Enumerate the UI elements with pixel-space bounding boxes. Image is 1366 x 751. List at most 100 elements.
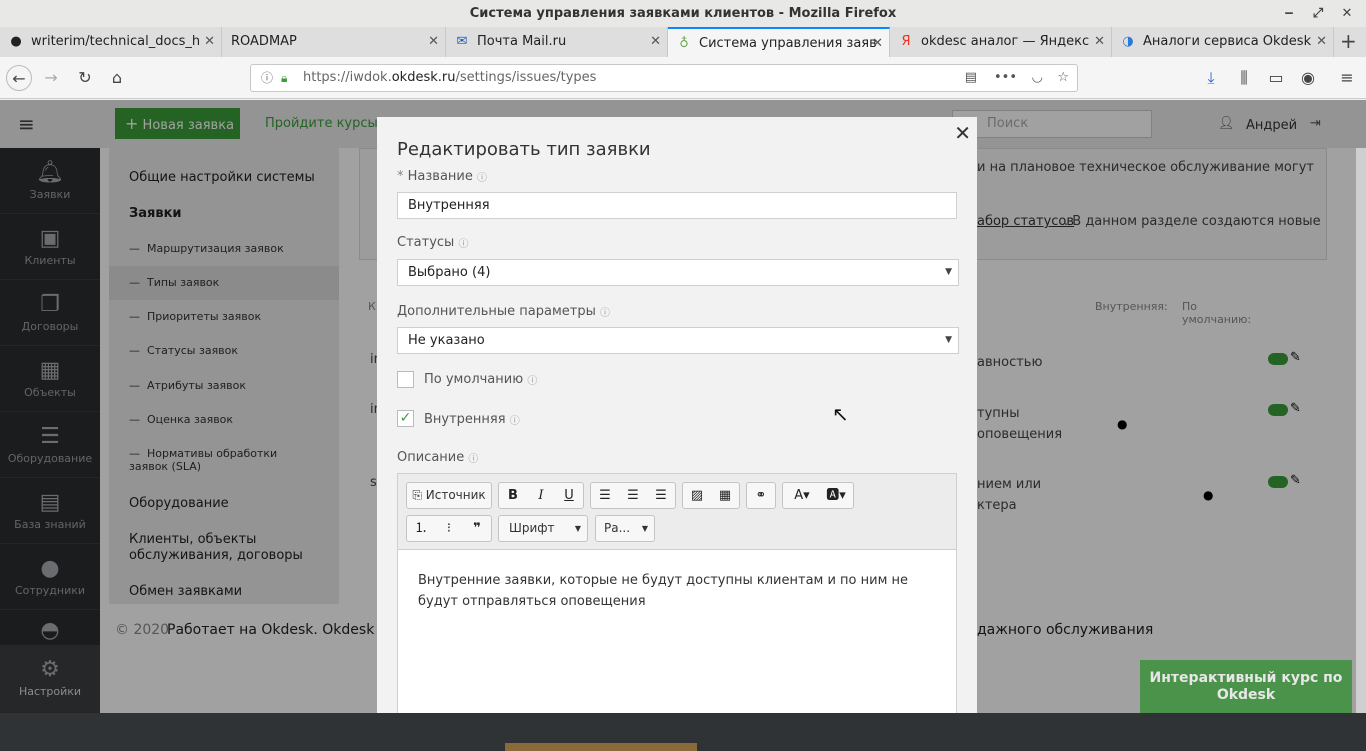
internal-checkbox[interactable]: ✓ xyxy=(397,410,414,427)
close-tab-icon[interactable]: ✕ xyxy=(428,27,439,57)
info-icon: ⓘ xyxy=(468,454,479,465)
source-label: Источник xyxy=(425,488,486,502)
default-checkbox[interactable] xyxy=(397,371,414,388)
info-icon[interactable]: ⓘ xyxy=(261,65,273,91)
page-scrollbar[interactable] xyxy=(1356,148,1366,713)
params-label-text: Дополнительные параметры xyxy=(397,304,596,319)
close-icon[interactable]: ✕ xyxy=(954,121,971,145)
edit-issue-type-modal: ✕ Редактировать тип заявки * Название ⓘ … xyxy=(377,117,977,713)
list-group: ⒈ ⁝ ❞ xyxy=(406,515,492,542)
size-select[interactable]: Ра... ▼ xyxy=(595,515,655,542)
navigation-bar: ← → ↻ ⌂ ⓘ 🔒︎ https://iwdok.okdesk.ru/set… xyxy=(0,57,1366,99)
background-color-icon[interactable]: 🅰︎▾ xyxy=(819,483,853,508)
italic-icon[interactable]: I xyxy=(527,483,555,508)
url-prefix: https://iwdok. xyxy=(303,70,392,85)
tab-label: Система управления заяв xyxy=(699,36,877,51)
yandex-icon: Я xyxy=(901,34,911,49)
rich-text-editor: ⎘ Источник B I U ☰ ☰ ☰ ▨ ▦ ⚭ A▾ 🅰︎▾ ⒈ ⁝ … xyxy=(397,473,957,713)
tab-yandex[interactable]: Я okdesc аналог — Яндекс ✕ xyxy=(890,27,1112,57)
close-tab-icon[interactable]: ✕ xyxy=(1316,27,1327,57)
github-icon: ● xyxy=(10,34,22,49)
more-actions-icon[interactable]: ••• xyxy=(994,65,1017,91)
default-label-text: По умолчанию xyxy=(424,372,524,387)
mouse-cursor-icon: ↖ xyxy=(832,402,849,426)
required-mark: * xyxy=(397,169,404,184)
mail-icon: ✉ xyxy=(456,34,468,49)
tab-mail[interactable]: ✉ Почта Mail.ru ✕ xyxy=(446,27,668,57)
font-select-label: Шрифт xyxy=(509,521,555,535)
format-group: B I U xyxy=(498,482,584,509)
tab-label: writerim/technical_docs_h xyxy=(31,34,201,49)
align-right-icon[interactable]: ☰ xyxy=(647,483,675,508)
text-color-icon[interactable]: A▾ xyxy=(785,483,819,508)
name-value: Внутренняя xyxy=(408,198,490,213)
menu-icon[interactable]: ≡ xyxy=(1334,65,1360,91)
info-icon: ⓘ xyxy=(458,239,469,250)
close-tab-icon[interactable]: ✕ xyxy=(872,29,883,57)
tab-github[interactable]: ● writerim/technical_docs_h ✕ xyxy=(0,27,222,57)
tab-roadmap[interactable]: ROADMAP ✕ xyxy=(222,27,446,57)
default-label: По умолчанию ⓘ xyxy=(424,372,537,387)
window-title: Система управления заявками клиентов - M… xyxy=(469,6,897,21)
chevron-down-icon: ▼ xyxy=(945,267,952,277)
bold-icon[interactable]: B xyxy=(499,483,527,508)
tab-analogs[interactable]: ◑ Аналоги сервиса Okdesk ✕ xyxy=(1112,27,1334,57)
chevron-down-icon: ▼ xyxy=(641,524,648,533)
underline-icon[interactable]: U xyxy=(555,483,583,508)
sidebar-icon[interactable]: ▭ xyxy=(1263,65,1289,91)
url-path: /settings/issues/types xyxy=(455,70,597,85)
modal-title: Редактировать тип заявки xyxy=(397,139,651,160)
statuses-label: Статусы ⓘ xyxy=(397,235,468,250)
back-icon[interactable]: ← xyxy=(6,65,32,91)
font-select[interactable]: Шрифт ▼ xyxy=(498,515,588,542)
align-group: ☰ ☰ ☰ xyxy=(590,482,676,509)
url-bar[interactable]: ⓘ 🔒︎ https://iwdok.okdesk.ru/settings/is… xyxy=(250,64,1078,92)
link-icon[interactable]: ⚭ xyxy=(747,483,775,508)
tab-bar: ● writerim/technical_docs_h ✕ ROADMAP ✕ … xyxy=(0,27,1366,57)
download-icon[interactable]: ⤓ xyxy=(1198,65,1224,91)
align-left-icon[interactable]: ☰ xyxy=(591,483,619,508)
lock-icon: 🔒︎ xyxy=(281,71,288,85)
bookmark-star-icon[interactable]: ☆ xyxy=(1057,65,1069,91)
image-icon[interactable]: ▨ xyxy=(683,483,711,508)
pocket-icon[interactable]: ◡ xyxy=(1032,65,1043,91)
close-tab-icon[interactable]: ✕ xyxy=(204,27,215,57)
forward-icon[interactable]: → xyxy=(38,65,64,91)
internal-label: Внутренняя ⓘ xyxy=(424,412,520,427)
description-text[interactable]: Внутренние заявки, которые не будут дост… xyxy=(418,570,938,612)
home-icon[interactable]: ⌂ xyxy=(104,65,130,91)
minimize-icon[interactable]: ‒ xyxy=(1278,0,1300,27)
internal-label-text: Внутренняя xyxy=(424,412,506,427)
name-input[interactable]: Внутренняя xyxy=(397,192,957,219)
taskbar-active-item[interactable] xyxy=(505,743,697,751)
blockquote-icon[interactable]: ❞ xyxy=(463,516,491,541)
reload-icon[interactable]: ↻ xyxy=(72,65,98,91)
table-icon[interactable]: ▦ xyxy=(711,483,739,508)
source-icon: ⎘ xyxy=(412,488,422,502)
source-button[interactable]: ⎘ Источник xyxy=(406,482,492,509)
account-icon[interactable]: ◉ xyxy=(1295,65,1321,91)
description-label-text: Описание xyxy=(397,450,465,465)
close-window-icon[interactable]: ✕ xyxy=(1336,0,1358,27)
new-tab-icon[interactable]: + xyxy=(1340,27,1357,55)
web-page: ≡ + Новая заявка Пройдите курсы в Поиск … xyxy=(0,100,1366,713)
statuses-value: Выбрано (4) xyxy=(408,265,491,280)
tab-label: Почта Mail.ru xyxy=(477,34,567,49)
statuses-label-text: Статусы xyxy=(397,235,455,250)
close-tab-icon[interactable]: ✕ xyxy=(1094,27,1105,57)
library-icon[interactable]: ⫼ xyxy=(1231,65,1257,91)
align-center-icon[interactable]: ☰ xyxy=(619,483,647,508)
close-tab-icon[interactable]: ✕ xyxy=(650,27,661,57)
info-icon: ⓘ xyxy=(477,173,488,184)
reader-view-icon[interactable]: ▤ xyxy=(965,65,977,91)
interactive-course-button[interactable]: Интерактивный курс по Okdesk xyxy=(1140,660,1352,713)
name-label: * Название ⓘ xyxy=(397,169,487,184)
params-select[interactable]: Не указано ▼ xyxy=(397,327,959,354)
bulleted-list-icon[interactable]: ⁝ xyxy=(435,516,463,541)
okdesk-icon: ♁ xyxy=(679,36,689,51)
statuses-select[interactable]: Выбрано (4) ▼ xyxy=(397,259,959,286)
tab-okdesk[interactable]: ♁ Система управления заяв ✕ xyxy=(668,27,890,57)
restore-icon[interactable]: ⤢ xyxy=(1307,0,1329,27)
numbered-list-icon[interactable]: ⒈ xyxy=(407,516,435,541)
os-taskbar xyxy=(0,713,1366,751)
